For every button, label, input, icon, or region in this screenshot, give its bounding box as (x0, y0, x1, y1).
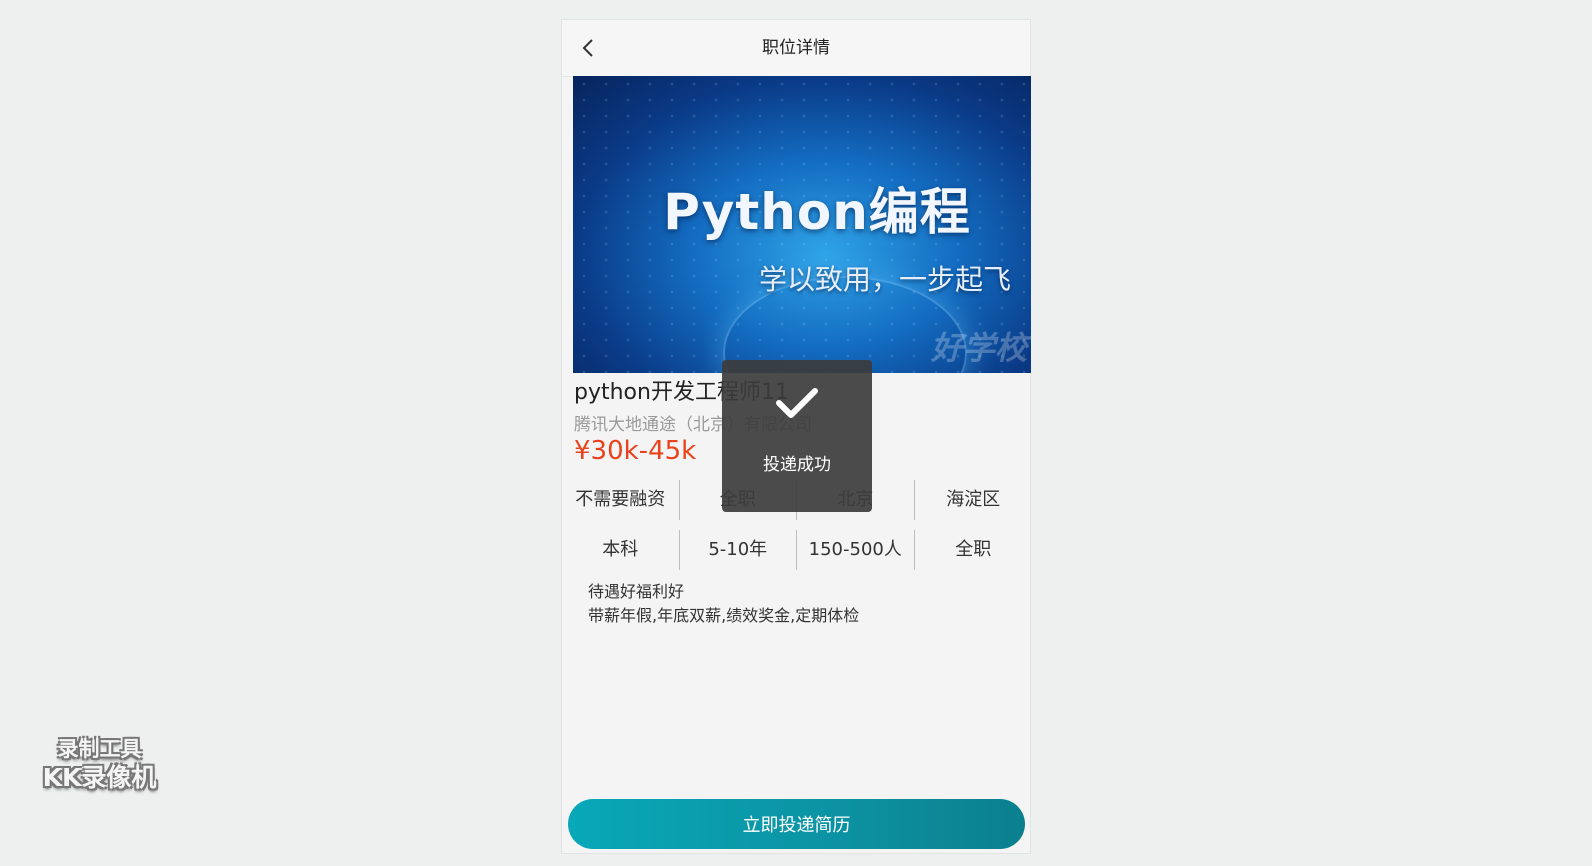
recorder-watermark-logo: 录制工具 KK录像机 (32, 735, 167, 795)
job-banner-image: Python编程 学以致用，一步起飞 好学校 (573, 76, 1031, 373)
nav-bar: 职位详情 (562, 20, 1030, 77)
banner-subtitle: 学以致用，一步起飞 (758, 263, 1011, 296)
tag-employment: 全职 (955, 539, 992, 560)
job-description-line: 待遇好福利好 (588, 582, 685, 601)
recorder-logo-line2: KK录像机 (42, 763, 157, 792)
tag-company-size: 150-500人 (797, 530, 915, 570)
checkmark-icon (722, 386, 872, 424)
page-title: 职位详情 (762, 38, 830, 58)
recorder-logo-line1: 录制工具 (57, 737, 142, 761)
job-tags-row-2: 本科 5-10年 150-500人 全职 (562, 530, 1032, 570)
job-benefits-line: 带薪年假,年底双薪,绩效奖金,定期体检 (588, 606, 860, 625)
salary: ¥30k-45k (574, 436, 697, 466)
tag-financing: 不需要融资 (562, 480, 680, 520)
job-description: 待遇好福利好 带薪年假,年底双薪,绩效奖金,定期体检 (588, 580, 859, 628)
tag-district: 海淀区 (946, 489, 1001, 510)
toast-message: 投递成功 (763, 455, 831, 475)
tag-education: 本科 (562, 530, 680, 570)
banner-title: Python编程 (663, 183, 971, 241)
banner-watermark: 好学校 (930, 329, 1027, 367)
apply-resume-button[interactable]: 立即投递简历 (568, 799, 1025, 849)
tag-experience: 5-10年 (680, 530, 797, 570)
success-toast: 投递成功 (722, 360, 872, 512)
